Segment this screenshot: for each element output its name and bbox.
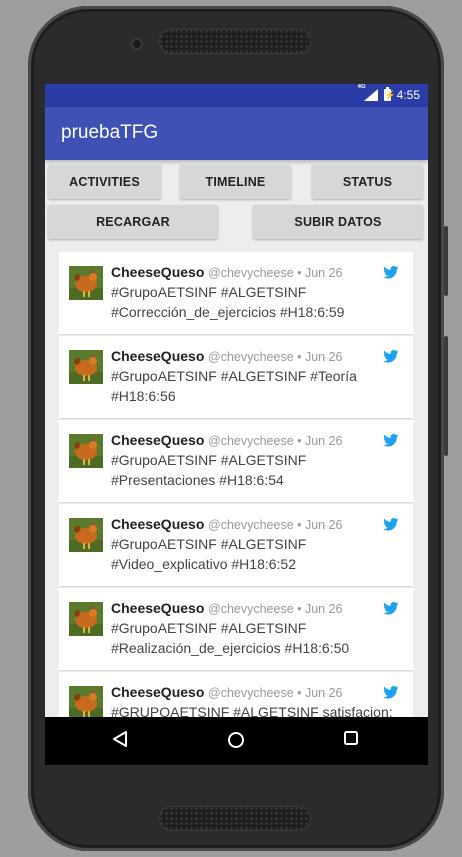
tweet-text: #GRUPOAETSINF #ALGETSINF satisfacion: [111,704,393,718]
tweet-author-name[interactable]: CheeseQueso [111,348,204,364]
tweet-header: CheeseQueso @chevycheese • Jun 26 [111,348,343,364]
twitter-bird-icon[interactable] [383,434,399,447]
power-button [444,336,448,456]
recents-icon[interactable] [343,730,359,746]
tweet-header: CheeseQueso @chevycheese • Jun 26 [111,600,343,616]
app-bar: pruebaTFG [45,107,428,160]
tweet-item[interactable]: CheeseQueso @chevycheese • Jun 26 #GrupoA… [59,504,413,587]
twitter-bird-icon[interactable] [383,350,399,363]
timeline-button[interactable]: TIMELINE [180,165,291,199]
tweet-meta: @chevycheese • Jun 26 [208,518,343,532]
twitter-bird-icon[interactable] [383,518,399,531]
status-button[interactable]: STATUS [312,165,423,199]
navigation-bar [45,717,428,765]
subir-datos-button[interactable]: SUBIR DATOS [253,205,423,239]
tweet-meta: @chevycheese • Jun 26 [208,434,343,448]
tweet-header: CheeseQueso @chevycheese • Jun 26 [111,516,343,532]
signal-icon: 4G [358,84,378,101]
avatar[interactable] [69,686,103,718]
avatar[interactable] [69,518,103,552]
tweet-text: #GrupoAETSINF #ALGETSINF #Teoría #H18:6:… [111,368,357,404]
tweet-author-name[interactable]: CheeseQueso [111,600,204,616]
avatar[interactable] [69,266,103,300]
device-screen: 4G ⚡ 4:55 pruebaTFG ACTIVITIES TIMELINE … [45,84,428,765]
avatar[interactable] [69,434,103,468]
avatar[interactable] [69,350,103,384]
tweet-meta: @chevycheese • Jun 26 [208,686,343,700]
tweet-meta: @chevycheese • Jun 26 [208,350,343,364]
tweet-text: #GrupoAETSINF #ALGETSINF #Realización_de… [111,620,350,656]
bottom-speaker [159,806,311,831]
tweet-item[interactable]: CheeseQueso @chevycheese • Jun 26 #GRUPOA… [59,672,413,718]
tweet-meta: @chevycheese • Jun 26 [208,602,343,616]
tweet-item[interactable]: CheeseQueso @chevycheese • Jun 26 #GrupoA… [59,252,413,335]
tweet-text: #GrupoAETSINF #ALGETSINF #Corrección_de_… [111,284,345,320]
tweet-header: CheeseQueso @chevycheese • Jun 26 [111,432,343,448]
home-icon[interactable] [226,730,246,750]
tweet-item[interactable]: CheeseQueso @chevycheese • Jun 26 #GrupoA… [59,588,413,671]
tweet-text: #GrupoAETSINF #ALGETSINF #Presentaciones… [111,452,307,488]
tweet-text: #GrupoAETSINF #ALGETSINF #Video_explicat… [111,536,307,572]
clock: 4:55 [396,88,420,102]
front-camera [133,40,141,48]
tweet-author-name[interactable]: CheeseQueso [111,432,204,448]
tweet-timeline[interactable]: CheeseQueso @chevycheese • Jun 26 #GrupoA… [59,252,413,718]
status-bar: 4G ⚡ 4:55 [45,84,428,107]
avatar[interactable] [69,602,103,636]
volume-button [444,226,448,296]
battery-icon: ⚡ [383,87,396,101]
recargar-button[interactable]: RECARGAR [48,205,218,239]
back-icon[interactable] [112,730,128,748]
tweet-author-name[interactable]: CheeseQueso [111,516,204,532]
app-title: pruebaTFG [61,122,159,143]
tweet-author-name[interactable]: CheeseQueso [111,684,204,700]
tweet-item[interactable]: CheeseQueso @chevycheese • Jun 26 #GrupoA… [59,336,413,419]
tweet-header: CheeseQueso @chevycheese • Jun 26 [111,264,343,280]
twitter-bird-icon[interactable] [383,686,399,699]
tweet-meta: @chevycheese • Jun 26 [208,266,343,280]
tweet-item[interactable]: CheeseQueso @chevycheese • Jun 26 #GrupoA… [59,420,413,503]
tweet-header: CheeseQueso @chevycheese • Jun 26 [111,684,343,700]
tweet-author-name[interactable]: CheeseQueso [111,264,204,280]
activities-button[interactable]: ACTIVITIES [48,165,161,199]
twitter-bird-icon[interactable] [383,266,399,279]
twitter-bird-icon[interactable] [383,602,399,615]
top-speaker [159,29,311,54]
